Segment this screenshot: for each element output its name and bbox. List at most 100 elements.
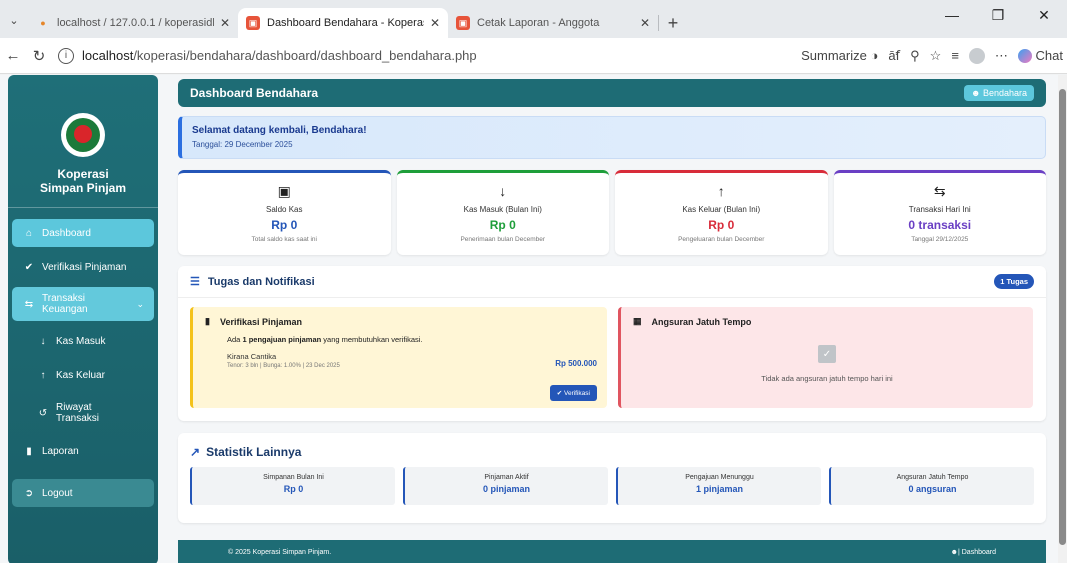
site-favicon-icon: ▣ [456, 16, 470, 30]
sidebar-item-verifikasi-pinjaman[interactable]: ✔ Verifikasi Pinjaman [12, 253, 154, 281]
sidebar-item-kas-keluar[interactable]: ↑ Kas Keluar [12, 361, 154, 389]
loan-amount: Rp 500.000 [555, 359, 597, 368]
card-kas-keluar: ↑ Kas Keluar (Bulan Ini) Rp 0 Pengeluara… [615, 170, 828, 255]
logout-icon: ➲ [24, 487, 34, 499]
new-tab-button[interactable]: + [659, 8, 687, 38]
stats-row: Simpanan Bulan Ini Rp 0 Pinjaman Aktif 0 p… [190, 467, 1034, 505]
check-circle-icon: ✔ [556, 390, 563, 397]
user-icon: ☻ [950, 549, 958, 556]
summarize-button[interactable]: Summarize ◑ [801, 48, 878, 63]
stats-panel: ↗ Statistik Lainnya Simpanan Bulan Ini Rp … [178, 433, 1046, 523]
back-icon[interactable]: ← [0, 47, 26, 64]
empty-state: ✓ Tidak ada angsuran jatuh tempo hari in… [621, 345, 1033, 383]
close-tab-icon[interactable]: ✕ [430, 16, 440, 30]
minimize-icon[interactable]: — [929, 0, 975, 30]
tab-dashboard-bendahara[interactable]: ▣ Dashboard Bendahara - Koperasi ✕ [238, 8, 448, 38]
verifikasi-button[interactable]: ✔ Verifikasi [549, 385, 597, 401]
footer-copyright: © 2025 Koperasi Simpan Pinjam. [228, 549, 332, 556]
summary-cards: ▣ Saldo Kas Rp 0 Total saldo kas saat in… [178, 170, 1046, 255]
arrow-down-icon: ↓ [499, 183, 507, 199]
zoom-icon[interactable]: ⚲ [910, 48, 920, 64]
chevron-down-icon: ⌄ [136, 298, 144, 309]
tab-phpmyadmin[interactable]: ● localhost / 127.0.0.1 / koperasidb ✕ [28, 8, 238, 38]
tab-cetak-laporan[interactable]: ▣ Cetak Laporan - Anggota ✕ [448, 8, 658, 38]
page-viewport: Koperasi Simpan Pinjam ⌂ Dashboard ✔ Ver… [0, 75, 1058, 563]
tasks-panel-header: ☰ Tugas dan Notifikasi 1 Tugas [178, 266, 1046, 298]
footer-right: ☻| Dashboard [950, 549, 996, 556]
exchange-icon: ⇆ [933, 183, 946, 199]
url-input[interactable]: i localhost/koperasi/bendahara/dashboard… [58, 43, 795, 69]
favorite-star-icon[interactable]: ☆ [930, 48, 942, 64]
user-circle-icon: ☻ [970, 88, 981, 98]
page-title: Dashboard Bendahara [190, 86, 319, 100]
applicant-name: Kirana Cantika [227, 352, 277, 361]
sidebar-item-logout[interactable]: ➲ Logout [12, 479, 154, 507]
browser-toolbar-right: Summarize ◑ āẝ ⚲ ☆ ≡ ⋯ Chat [801, 47, 1063, 64]
task-title: ▮ Verifikasi Pinjaman [205, 316, 302, 327]
arrow-up-icon: ↑ [40, 369, 46, 381]
stats-panel-header: ↗ Statistik Lainnya [190, 445, 302, 459]
stat-pengajuan-menunggu: Pengajuan Menunggu 1 pinjaman [616, 467, 821, 505]
sidebar-item-riwayat-transaksi[interactable]: ↺ Riwayat Transaksi [12, 395, 154, 431]
tasks-panel: ☰ Tugas dan Notifikasi 1 Tugas ▮ Verifika… [178, 266, 1046, 421]
page-scrollbar[interactable] [1058, 75, 1067, 563]
info-icon[interactable]: i [58, 47, 74, 64]
tab-list-menu-icon[interactable]: ⌄ [0, 5, 28, 35]
card-kas-masuk: ↓ Kas Masuk (Bulan Ini) Rp 0 Penerimaan … [396, 170, 609, 255]
sidebar-item-transaksi-keuangan[interactable]: ⇆ Transaksi Keuangan ⌄ [12, 287, 154, 321]
copilot-icon [1017, 49, 1032, 64]
tasks-count-badge: 1 Tugas [994, 274, 1034, 289]
welcome-alert: Selamat datang kembali, Bendahara! Tangg… [178, 116, 1046, 159]
window-controls: — ❐ ✕ [929, 0, 1067, 30]
welcome-message: Selamat datang kembali, Bendahara! [192, 125, 367, 136]
file-icon: ▮ [26, 445, 32, 457]
sidebar: Koperasi Simpan Pinjam ⌂ Dashboard ✔ Ver… [8, 75, 158, 563]
card-transaksi-hari-ini: ⇆ Transaksi Hari Ini 0 transaksi Tanggal… [833, 170, 1046, 255]
wallet-icon: ▣ [277, 183, 291, 199]
translate-icon[interactable]: āẝ [888, 48, 900, 64]
welcome-date: Tanggal: 29 December 2025 [192, 140, 293, 149]
check-circle-icon: ✔ [24, 261, 34, 273]
tasks-list-icon: ☰ [190, 276, 200, 288]
stat-pinjaman-aktif: Pinjaman Aktif 0 pinjaman [403, 467, 608, 505]
more-icon[interactable]: ⋯ [995, 48, 1008, 64]
browser-tab-bar: ⌄ ● localhost / 127.0.0.1 / koperasidb ✕… [0, 0, 1067, 38]
arrow-down-icon: ↓ [40, 335, 46, 347]
close-window-icon[interactable]: ✕ [1021, 0, 1067, 30]
loan-meta: Tenor: 3 bln | Bunga: 1.00% | 23 Dec 202… [227, 363, 340, 369]
exchange-icon: ⇆ [24, 298, 34, 310]
history-icon: ↺ [38, 407, 48, 419]
favorites-list-icon[interactable]: ≡ [951, 48, 959, 63]
reload-icon[interactable]: ↻ [26, 47, 52, 65]
chart-line-icon: ↗ [190, 445, 201, 459]
calendar-check-icon: ✓ [818, 345, 836, 363]
phpmyadmin-favicon-icon: ● [40, 18, 46, 28]
file-icon: ▮ [205, 316, 210, 326]
home-icon: ⌂ [25, 227, 33, 239]
task-title: ▦ Angsuran Jatuh Tempo [633, 316, 752, 327]
restore-icon[interactable]: ❐ [975, 0, 1021, 30]
user-role-badge[interactable]: ☻ Bendahara [963, 85, 1034, 101]
card-saldo-kas: ▣ Saldo Kas Rp 0 Total saldo kas saat in… [178, 170, 391, 255]
profile-avatar-icon[interactable] [968, 47, 985, 64]
close-tab-icon[interactable]: ✕ [220, 16, 230, 30]
sidebar-menu: ⌂ Dashboard ✔ Verifikasi Pinjaman ⇆ Tran… [8, 219, 158, 507]
close-tab-icon[interactable]: ✕ [640, 16, 650, 30]
address-bar-row: ← ↻ i localhost/koperasi/bendahara/dashb… [0, 38, 1067, 74]
verifikasi-pinjaman-task: ▮ Verifikasi Pinjaman Ada 1 pengajuan pin… [190, 307, 607, 408]
sidebar-item-laporan[interactable]: ▮ Laporan [12, 437, 154, 465]
cooperative-logo [61, 113, 105, 157]
stat-simpanan-bulan-ini: Simpanan Bulan Ini Rp 0 [190, 467, 395, 505]
arrow-up-icon: ↑ [717, 183, 725, 199]
copilot-chat-button[interactable]: Chat [1017, 48, 1063, 64]
brand-name: Koperasi Simpan Pinjam [39, 167, 127, 195]
site-favicon-icon: ▣ [246, 16, 260, 30]
stat-angsuran-jatuh-tempo: Angsuran Jatuh Tempo 0 angsuran [829, 467, 1034, 505]
page-header: Dashboard Bendahara ☻ Bendahara [178, 79, 1046, 107]
scrollbar-thumb[interactable] [1059, 89, 1066, 545]
sidebar-divider [8, 207, 158, 208]
sidebar-item-dashboard[interactable]: ⌂ Dashboard [12, 219, 154, 247]
sidebar-item-kas-masuk[interactable]: ↓ Kas Masuk [12, 327, 154, 355]
calendar-icon: ▦ [633, 316, 642, 326]
task-description: Ada 1 pengajuan pinjaman yang membutuhka… [227, 335, 423, 344]
